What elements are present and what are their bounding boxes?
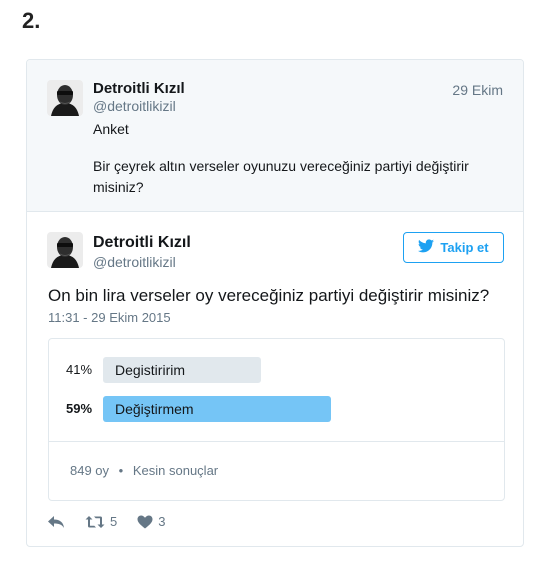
retweet-count: 5	[110, 514, 118, 529]
author-handle[interactable]: @detroitlikizil	[93, 98, 176, 114]
author-name[interactable]: Detroitli Kızıl	[93, 80, 185, 97]
avatar[interactable]	[47, 80, 83, 116]
poll-footer: 849 oy • Kesin sonuçlar	[70, 463, 218, 478]
poll-option-label: Degistiririm	[115, 362, 185, 378]
poll-option: 59% Değiştirmem	[49, 396, 504, 422]
avatar[interactable]	[47, 232, 83, 268]
tweet-date[interactable]: 29 Ekim	[452, 82, 503, 98]
quoted-line-2: Bir çeyrek altın verseler oyunuzu verece…	[93, 158, 469, 174]
like-count: 3	[158, 514, 166, 529]
follow-button[interactable]: Takip et	[403, 232, 504, 263]
like-button[interactable]: 3	[137, 514, 165, 529]
tweet-timestamp[interactable]: 11:31 - 29 Ekim 2015	[48, 310, 171, 325]
poll-status: Kesin sonuçlar	[132, 463, 219, 478]
poll: 41% Degistiririm 59% Değiştirmem 849 oy …	[48, 338, 505, 501]
reply-icon	[47, 515, 65, 529]
poll-divider	[49, 441, 504, 442]
retweet-button[interactable]: 5	[85, 514, 117, 529]
twitter-bird-icon	[418, 239, 435, 256]
section-number: 2.	[22, 8, 41, 33]
quoted-line-3: misiniz?	[93, 179, 144, 195]
tweet-actions: 5 3	[47, 514, 185, 529]
tweet-text: On bin lira verseler oy vereceğiniz part…	[48, 286, 490, 305]
embedded-tweet-card: Detroitli Kızıl @detroitlikizil 29 Ekim …	[26, 59, 524, 547]
poll-option-percent: 59%	[66, 401, 93, 416]
heart-icon	[137, 515, 153, 529]
poll-separator: •	[118, 463, 124, 478]
reply-button[interactable]	[47, 515, 65, 529]
quoted-tweet[interactable]: Detroitli Kızıl @detroitlikizil 29 Ekim …	[27, 60, 523, 212]
poll-option-percent: 41%	[66, 362, 93, 377]
retweet-icon	[85, 515, 105, 529]
poll-vote-count: 849 oy	[70, 463, 110, 478]
author-name[interactable]: Detroitli Kızıl	[93, 234, 191, 252]
author-handle[interactable]: @detroitlikizil	[93, 254, 176, 270]
follow-button-label: Takip et	[440, 240, 489, 255]
poll-option: 41% Degistiririm	[49, 357, 504, 383]
poll-option-label: Değiştirmem	[115, 401, 194, 417]
quoted-line-1: Anket	[93, 121, 129, 137]
